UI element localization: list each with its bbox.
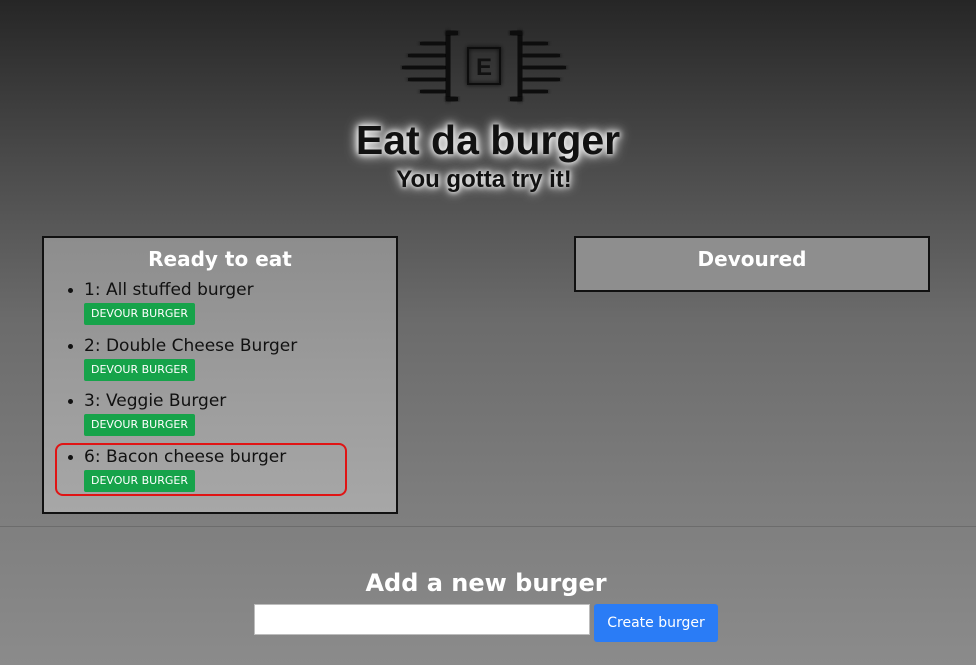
ready-to-eat-panel: Ready to eat 1All stuffed burger DEVOUR … bbox=[42, 236, 398, 514]
devoured-panel: Devoured bbox=[574, 236, 930, 292]
burger-name: Veggie Burger bbox=[105, 391, 227, 411]
burger-id: 6 bbox=[84, 447, 106, 467]
section-divider bbox=[0, 526, 976, 527]
devour-burger-button[interactable]: DEVOUR BURGER bbox=[84, 414, 195, 436]
burger-label: 1All stuffed burger bbox=[84, 278, 254, 302]
bullet-icon bbox=[68, 454, 73, 460]
site-logo: E bbox=[400, 26, 570, 106]
devour-burger-button[interactable]: DEVOUR BURGER bbox=[84, 303, 195, 325]
burger-name: Bacon cheese burger bbox=[105, 446, 287, 467]
burger-id: 2 bbox=[84, 336, 106, 356]
logo-letter: E bbox=[476, 54, 492, 81]
devour-burger-button[interactable]: DEVOUR BURGER bbox=[84, 358, 195, 381]
devoured-heading: Devoured bbox=[697, 247, 807, 271]
burger-name: All stuffed burger bbox=[105, 280, 254, 300]
add-burger-heading: Add a new burger bbox=[365, 569, 607, 597]
devour-burger-button[interactable]: DEVOUR BURGER bbox=[84, 469, 195, 492]
ready-to-eat-heading: Ready to eat bbox=[148, 247, 292, 271]
burger-label: 6Bacon cheese burger bbox=[84, 445, 286, 469]
burger-id: 1 bbox=[84, 280, 106, 300]
burger-name-input[interactable] bbox=[254, 604, 590, 635]
burger-label: 3Veggie Burger bbox=[84, 389, 226, 413]
site-tagline: You gotta try it! bbox=[396, 166, 572, 193]
burger-id: 3 bbox=[84, 391, 106, 411]
bullet-icon bbox=[68, 343, 73, 349]
bullet-icon bbox=[68, 288, 73, 293]
site-title: Eat da burger bbox=[355, 117, 621, 163]
burger-label: 2Double Cheese Burger bbox=[84, 334, 297, 358]
bullet-icon bbox=[68, 399, 73, 404]
burger-name: Double Cheese Burger bbox=[105, 335, 298, 356]
create-burger-button[interactable]: Create burger bbox=[594, 604, 718, 642]
